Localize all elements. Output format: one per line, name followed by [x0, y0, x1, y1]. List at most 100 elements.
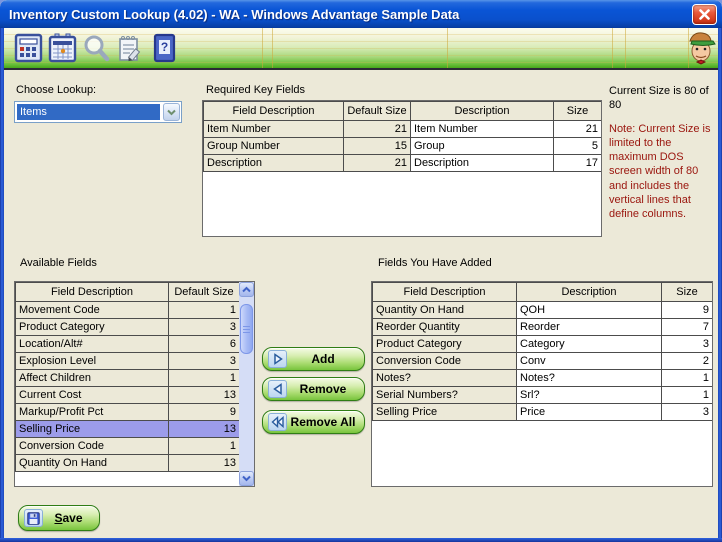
table-row[interactable]: Explosion Level 3: [15, 352, 240, 370]
table-row[interactable]: Product Category 3: [15, 318, 240, 336]
cell: Category: [516, 335, 662, 353]
cell: Selling Price: [372, 403, 517, 421]
cell: 1: [168, 301, 240, 319]
toolbar-divider: [272, 28, 273, 68]
chevron-down-icon: [167, 109, 176, 115]
save-button[interactable]: Save: [18, 505, 100, 531]
cell: Selling Price: [15, 420, 169, 438]
table-row[interactable]: Conversion Code Conv 2: [372, 352, 712, 370]
window-border: [0, 538, 722, 542]
cell: Affect Children: [15, 369, 169, 387]
cell: Description: [410, 154, 554, 172]
table-row[interactable]: Quantity On Hand QOH 9: [372, 301, 712, 319]
table-row[interactable]: Description 21 Description 17: [203, 154, 601, 172]
lookup-dropdown-button[interactable]: [163, 103, 180, 121]
scrollbar-thumb[interactable]: [240, 304, 253, 354]
table-row[interactable]: Markup/Profit Pct 9: [15, 403, 240, 421]
table-row[interactable]: Product Category Category 3: [372, 335, 712, 353]
available-fields-panel: Field Description Default Size Movement Co…: [14, 281, 255, 487]
save-button-label: Save: [54, 511, 83, 525]
toolbar-divider: [612, 28, 613, 68]
cell: Srl?: [516, 386, 662, 404]
cell: 9: [661, 301, 712, 319]
cell: 5: [553, 137, 601, 155]
table-row[interactable]: Location/Alt# 6: [15, 335, 240, 353]
help-button[interactable]: ?: [148, 30, 181, 66]
close-button[interactable]: [692, 4, 717, 25]
arrow-left-icon: [268, 380, 287, 398]
cell: Conv: [516, 352, 662, 370]
search-button[interactable]: [80, 30, 113, 66]
column-header: Description: [516, 282, 662, 302]
window-border: [0, 28, 4, 538]
advisor-character-button[interactable]: [682, 29, 720, 67]
cell: 1: [661, 386, 712, 404]
cell: 1: [168, 437, 240, 455]
cell: Markup/Profit Pct: [15, 403, 169, 421]
app-window: Inventory Custom Lookup (4.02) - WA - Wi…: [0, 0, 722, 542]
cell: 17: [553, 154, 601, 172]
required-fields-table: Field Description Default Size Description…: [203, 101, 601, 172]
window-title: Inventory Custom Lookup (4.02) - WA - Wi…: [9, 6, 460, 22]
header-row: Field Description Description Size: [372, 282, 712, 302]
required-fields-title: Required Key Fields: [206, 84, 306, 96]
toolbar-divider: [625, 28, 626, 68]
table-row[interactable]: Reorder Quantity Reorder 7: [372, 318, 712, 336]
column-header: Field Description: [203, 101, 344, 121]
table-row[interactable]: Quantity On Hand 13: [15, 454, 240, 472]
cell: Reorder Quantity: [372, 318, 517, 336]
table-row[interactable]: Current Cost 13: [15, 386, 240, 404]
column-header: Field Description: [372, 282, 517, 302]
save-icon: [24, 509, 43, 527]
table-row[interactable]: Serial Numbers? Srl? 1: [372, 386, 712, 404]
table-row[interactable]: Affect Children 1: [15, 369, 240, 387]
table-row[interactable]: Notes? Notes? 1: [372, 369, 712, 387]
added-fields-panel: Field Description Description Size Quantity…: [371, 281, 713, 487]
scroll-up-button[interactable]: [239, 282, 254, 297]
notes-icon: [119, 36, 141, 62]
cell: 3: [168, 352, 240, 370]
remove-all-button[interactable]: Remove All: [262, 410, 365, 434]
table-row[interactable]: Movement Code 1: [15, 301, 240, 319]
added-fields-table: Field Description Description Size Quantity…: [372, 282, 712, 421]
cell: Explosion Level: [15, 352, 169, 370]
cell: 2: [661, 352, 712, 370]
cell: Quantity On Hand: [15, 454, 169, 472]
available-fields-title: Available Fields: [20, 257, 97, 269]
cell: Serial Numbers?: [372, 386, 517, 404]
add-button[interactable]: Add: [262, 347, 365, 371]
table-row[interactable]: Selling Price 13: [15, 420, 240, 438]
search-icon: [84, 35, 110, 62]
calculator-icon: [14, 33, 43, 63]
lookup-selected-value: Items: [17, 104, 160, 120]
add-button-label: Add: [311, 352, 335, 366]
table-row[interactable]: Item Number 21 Item Number 21: [203, 120, 601, 138]
available-fields-scrollbar[interactable]: [239, 282, 254, 486]
table-row[interactable]: Selling Price Price 3: [372, 403, 712, 421]
notes-button[interactable]: [114, 30, 147, 66]
cell: 15: [343, 137, 411, 155]
header-row: Field Description Default Size: [15, 282, 240, 302]
remove-button[interactable]: Remove: [262, 377, 365, 401]
calendar-button[interactable]: [46, 30, 79, 66]
advisor-character-icon: [689, 32, 716, 65]
table-row[interactable]: Group Number 15 Group 5: [203, 137, 601, 155]
current-size-note: Note: Current Size is limited to the max…: [609, 122, 711, 221]
choose-lookup-label: Choose Lookup:: [16, 84, 97, 96]
cell: Conversion Code: [372, 352, 517, 370]
scroll-down-button[interactable]: [239, 471, 254, 486]
cell: 9: [168, 403, 240, 421]
cell: 1: [168, 369, 240, 387]
cell: Group: [410, 137, 554, 155]
calculator-button[interactable]: [12, 30, 45, 66]
table-row[interactable]: Conversion Code 1: [15, 437, 240, 455]
arrow-right-icon: [268, 350, 287, 368]
cell: Current Cost: [15, 386, 169, 404]
cell: Item Number: [203, 120, 344, 138]
column-header: Size: [553, 101, 601, 121]
help-icon: ?: [153, 33, 176, 63]
cell: Notes?: [516, 369, 662, 387]
chevron-down-icon: [242, 475, 251, 482]
lookup-combobox[interactable]: Items: [14, 101, 182, 123]
chevron-up-icon: [242, 286, 251, 293]
